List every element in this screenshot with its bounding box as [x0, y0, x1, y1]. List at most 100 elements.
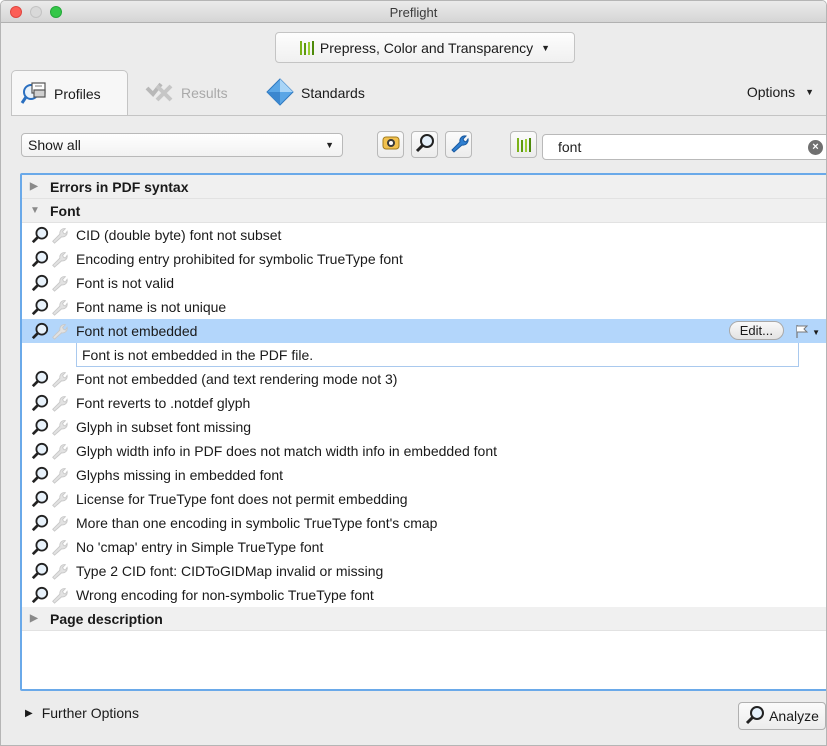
preflight-window: Preflight Prepress, Color and Transparen… — [0, 0, 827, 746]
profile-library-dropdown[interactable]: Prepress, Color and Transparency ▼ — [275, 32, 575, 63]
group-font[interactable]: ▼ Font — [22, 199, 826, 223]
tab-standards[interactable]: Standards — [265, 70, 365, 116]
tab-results-label: Results — [181, 85, 228, 101]
group-label: Page description — [50, 610, 163, 627]
tab-results[interactable]: Results — [143, 70, 228, 116]
check-magnifier-icon — [30, 442, 49, 460]
list-item[interactable]: More than one encoding in symbolic TrueT… — [22, 511, 826, 535]
flag-menu-button[interactable]: ▼ — [794, 323, 820, 342]
chevron-down-icon: ▼ — [541, 42, 551, 53]
tab-bar: Profiles Results Standards Options ▼ — [1, 70, 826, 116]
check-magnifier-icon — [30, 466, 49, 484]
show-checks-button[interactable] — [411, 131, 438, 158]
library-bars-icon — [516, 137, 531, 152]
fixup-wrench-icon — [49, 418, 68, 436]
list-item-label: No 'cmap' entry in Simple TrueType font — [76, 539, 324, 555]
list-item[interactable]: Font name is not unique — [22, 295, 826, 319]
list-item-label: Glyph width info in PDF does not match w… — [76, 443, 498, 459]
check-magnifier-icon — [30, 394, 49, 412]
disclosure-collapsed-icon[interactable]: ▶ — [30, 613, 50, 624]
fixup-wrench-icon — [49, 250, 68, 268]
group-errors-in-pdf-syntax[interactable]: ▶ Errors in PDF syntax — [22, 175, 826, 199]
check-magnifier-icon — [30, 514, 49, 532]
group-page-description[interactable]: ▶ Page description — [22, 607, 826, 631]
check-magnifier-icon — [30, 226, 49, 244]
tab-standards-label: Standards — [301, 85, 365, 101]
list-item[interactable]: CID (double byte) font not subset — [22, 223, 826, 247]
profiles-icon — [20, 78, 48, 109]
fixup-wrench-icon — [49, 226, 68, 244]
list-item[interactable]: Font not embedded (and text rendering mo… — [22, 367, 826, 391]
show-fixups-button[interactable] — [445, 131, 472, 158]
check-magnifier-icon — [30, 250, 49, 268]
show-filter-dropdown[interactable]: Show all ▼ — [21, 133, 343, 157]
options-label: Options — [746, 84, 796, 100]
analyze-button[interactable]: Analyze — [738, 702, 826, 730]
list-item[interactable]: Encoding entry prohibited for symbolic T… — [22, 247, 826, 271]
list-item[interactable]: No 'cmap' entry in Simple TrueType font — [22, 535, 826, 559]
check-magnifier-icon — [30, 490, 49, 508]
check-magnifier-icon — [30, 274, 49, 292]
results-icon — [143, 80, 175, 107]
show-filter-value: Show all — [28, 137, 81, 153]
analyze-label: Analyze — [769, 708, 819, 724]
list-item-label: Glyphs missing in embedded font — [76, 467, 283, 483]
title-bar[interactable]: Preflight — [1, 1, 826, 23]
clear-search-icon[interactable]: × — [808, 140, 823, 155]
fixup-wrench-icon — [49, 322, 68, 340]
list-item[interactable]: Type 2 CID font: CIDToGIDMap invalid or … — [22, 559, 826, 583]
further-options-toggle[interactable]: ▶ Further Options — [25, 705, 139, 721]
list-item-label: CID (double byte) font not subset — [76, 227, 282, 243]
fixup-wrench-icon — [49, 466, 68, 484]
disclosure-expanded-icon[interactable]: ▼ — [30, 205, 50, 216]
fixup-wrench-icon — [49, 274, 68, 292]
show-profiles-button[interactable] — [377, 131, 404, 158]
list-item[interactable]: Glyph in subset font missing — [22, 415, 826, 439]
profile-icon — [381, 133, 401, 156]
list-item[interactable]: Font not embedded Edit... ▼ — [22, 319, 826, 343]
list-item-label: Font name is not unique — [76, 299, 227, 315]
fixup-wrench-icon — [49, 394, 68, 412]
check-magnifier-icon — [30, 322, 49, 340]
list-item-label: Font not embedded — [76, 323, 198, 339]
edit-button[interactable]: Edit... — [728, 321, 784, 340]
list-item[interactable]: Font reverts to .notdef glyph — [22, 391, 826, 415]
list-item-label: Font reverts to .notdef glyph — [76, 395, 251, 411]
search-field[interactable]: × — [542, 134, 826, 160]
options-menu[interactable]: Options ▼ — [747, 84, 814, 100]
list-item-label: Wrong encoding for non-symbolic TrueType… — [76, 587, 374, 603]
list-item[interactable]: Font is not valid — [22, 271, 826, 295]
check-magnifier-icon — [30, 370, 49, 388]
fixup-wrench-icon — [49, 442, 68, 460]
list-item[interactable]: Glyph width info in PDF does not match w… — [22, 439, 826, 463]
list-item[interactable]: License for TrueType font does not permi… — [22, 487, 826, 511]
list-item-label: More than one encoding in symbolic TrueT… — [76, 515, 438, 531]
list-item[interactable]: Wrong encoding for non-symbolic TrueType… — [22, 583, 826, 607]
magnifier-icon — [415, 133, 435, 156]
group-label: Font — [50, 202, 81, 219]
fixup-wrench-icon — [49, 562, 68, 580]
check-magnifier-icon — [30, 562, 49, 580]
list-item-label: Glyph in subset font missing — [76, 419, 252, 435]
list-item-label: Font is not valid — [76, 275, 175, 291]
fixup-wrench-icon — [49, 538, 68, 556]
fixup-wrench-icon — [49, 298, 68, 316]
list-item[interactable]: Glyphs missing in embedded font — [22, 463, 826, 487]
tab-profiles-label: Profiles — [54, 85, 101, 102]
disclosure-collapsed-icon: ▶ — [25, 707, 33, 719]
search-input[interactable] — [543, 139, 793, 155]
check-magnifier-icon — [30, 538, 49, 556]
standards-icon — [265, 77, 295, 110]
check-magnifier-icon — [30, 586, 49, 604]
profile-library-value: Prepress, Color and Transparency — [319, 39, 534, 56]
profiles-list[interactable]: ▶ Errors in PDF syntax ▼ Font CID (doubl… — [20, 173, 826, 691]
list-item-label: Font not embedded (and text rendering mo… — [76, 371, 398, 387]
list-item-label: Type 2 CID font: CIDToGIDMap invalid or … — [76, 563, 384, 579]
show-libraries-button[interactable] — [510, 131, 537, 158]
fixup-wrench-icon — [49, 370, 68, 388]
check-magnifier-icon — [30, 418, 49, 436]
fixup-wrench-icon — [49, 490, 68, 508]
tab-profiles[interactable]: Profiles — [11, 70, 128, 116]
disclosure-collapsed-icon[interactable]: ▶ — [30, 181, 50, 192]
library-bars-icon — [299, 40, 314, 55]
